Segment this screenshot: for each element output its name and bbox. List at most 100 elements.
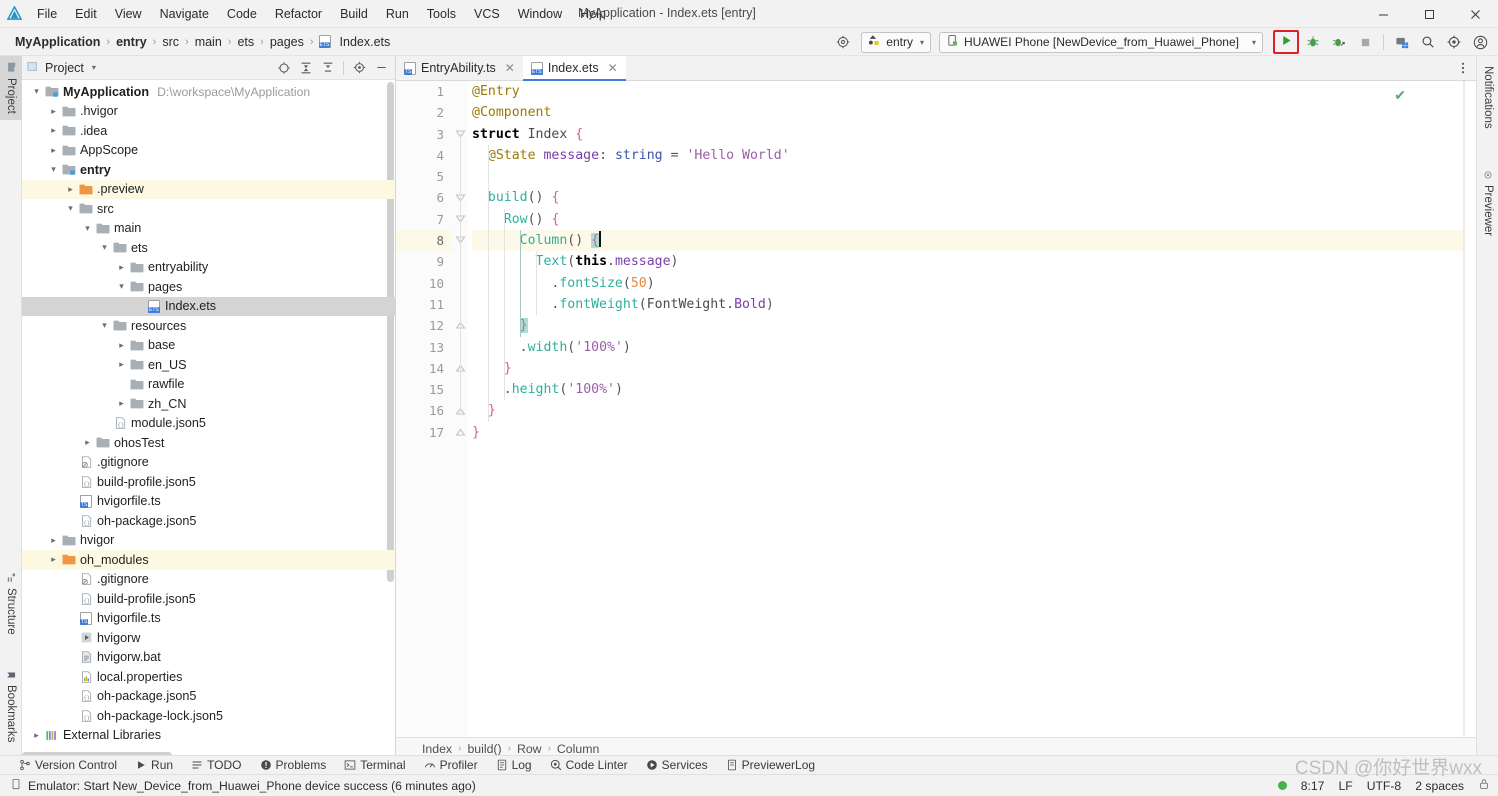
tree-item-idea[interactable]: ▸.idea (22, 121, 395, 141)
tool-window-services[interactable]: Services (637, 756, 717, 775)
code-line[interactable]: } (472, 422, 1476, 443)
tree-item-oh-package-json5[interactable]: {}oh-package.json5 (22, 511, 395, 531)
code-line[interactable]: Text(this.message) (472, 251, 1476, 272)
indent-setting[interactable]: 2 spaces (1415, 779, 1464, 793)
tree-item-src[interactable]: ▾src (22, 199, 395, 219)
tree-item-appscope[interactable]: ▸AppScope (22, 141, 395, 161)
editor-tab-index[interactable]: ETS Index.ets ✕ (523, 56, 626, 80)
chevron-right-icon[interactable]: ▸ (115, 340, 128, 351)
tree-item-base[interactable]: ▸base (22, 336, 395, 356)
cursor-position[interactable]: 8:17 (1301, 779, 1325, 793)
editor-breadcrumb-build[interactable]: build() (463, 742, 505, 756)
menu-view[interactable]: View (106, 4, 151, 24)
breadcrumb[interactable]: MyApplication › entry › src › main › ets… (0, 35, 395, 49)
tree-item-hvigor[interactable]: ▸.hvigor (22, 102, 395, 122)
tool-window-code-linter[interactable]: Code Linter (541, 756, 637, 775)
inspection-status-icon[interactable]: ✔ (1394, 87, 1406, 104)
menu-file[interactable]: File (28, 4, 66, 24)
attach-debugger-icon[interactable] (1327, 31, 1351, 53)
code-line[interactable]: } (472, 400, 1476, 421)
device-manager-icon[interactable] (1390, 31, 1414, 53)
tree-item-index-ets[interactable]: ETSIndex.ets (22, 297, 395, 317)
stop-icon[interactable] (1353, 31, 1377, 53)
menu-bar[interactable]: File Edit View Navigate Code Refactor Bu… (28, 4, 615, 24)
editor-breadcrumb-column[interactable]: Column (553, 742, 603, 756)
breadcrumb-src[interactable]: src (157, 35, 184, 49)
tool-window-previewerlog[interactable]: PreviewerLog (717, 756, 824, 775)
file-encoding[interactable]: UTF-8 (1367, 779, 1402, 793)
chevron-down-icon[interactable]: ▾ (81, 223, 94, 234)
chevron-right-icon[interactable]: ▸ (64, 184, 77, 195)
tree-item-en-us[interactable]: ▸en_US (22, 355, 395, 375)
tree-item-local-properties[interactable]: local.properties (22, 667, 395, 687)
tool-window-todo[interactable]: TODO (182, 756, 250, 775)
tree-item-pages[interactable]: ▾pages (22, 277, 395, 297)
tree-item-main[interactable]: ▾main (22, 219, 395, 239)
tree-item-hvigorfile-ts[interactable]: TShvigorfile.ts (22, 609, 395, 629)
fold-end-icon[interactable] (455, 427, 466, 438)
select-opened-file-icon[interactable] (274, 58, 294, 78)
tree-item-ohostest[interactable]: ▸ohosTest (22, 433, 395, 453)
tree-item-entry[interactable]: ▾entry (22, 160, 395, 180)
tree-item-build-profile-json5[interactable]: {}build-profile.json5 (22, 589, 395, 609)
rail-tab-notifications[interactable]: Notifications (1477, 60, 1498, 135)
breadcrumb-myapplication[interactable]: MyApplication (10, 35, 105, 49)
code-line[interactable]: struct Index { (472, 124, 1476, 145)
tree-item-rawfile[interactable]: rawfile (22, 375, 395, 395)
code-line[interactable]: @Component (472, 102, 1476, 123)
menu-vcs[interactable]: VCS (465, 4, 509, 24)
expand-all-icon[interactable] (296, 58, 316, 78)
collapse-all-icon[interactable] (318, 58, 338, 78)
code-line[interactable]: } (472, 358, 1476, 379)
code-line[interactable]: .fontWeight(FontWeight.Bold) (472, 294, 1476, 315)
code-line[interactable] (472, 166, 1476, 187)
breadcrumb-ets[interactable]: ets (232, 35, 259, 49)
chevron-down-icon[interactable]: ▾ (115, 281, 128, 292)
code-line[interactable]: .fontSize(50) (472, 273, 1476, 294)
tool-window-terminal[interactable]: Terminal (335, 756, 414, 775)
chevron-right-icon[interactable]: ▸ (47, 145, 60, 156)
close-icon[interactable]: ✕ (505, 61, 515, 75)
tree-item-preview[interactable]: ▸.preview (22, 180, 395, 200)
menu-code[interactable]: Code (218, 4, 266, 24)
gear-icon[interactable] (831, 31, 855, 53)
tool-window-run[interactable]: Run (126, 756, 182, 775)
chevron-right-icon[interactable]: ▸ (115, 359, 128, 370)
tree-item-build-profile-json5[interactable]: {}build-profile.json5 (22, 472, 395, 492)
project-tree[interactable]: ▾MyApplicationD:\workspace\MyApplication… (22, 80, 395, 759)
tree-item-myapplication[interactable]: ▾MyApplicationD:\workspace\MyApplication (22, 82, 395, 102)
menu-edit[interactable]: Edit (66, 4, 106, 24)
rail-tab-bookmarks[interactable]: Bookmarks (0, 664, 22, 749)
line-separator[interactable]: LF (1338, 779, 1352, 793)
chevron-right-icon[interactable]: ▸ (47, 535, 60, 546)
settings-icon[interactable] (349, 58, 369, 78)
code-line[interactable]: build() { (472, 187, 1476, 208)
editor-breadcrumb-index[interactable]: Index (418, 742, 456, 756)
menu-window[interactable]: Window (509, 4, 571, 24)
code-line[interactable]: Column() { (472, 230, 1476, 251)
run-icon[interactable] (1280, 34, 1293, 50)
tree-item-hvigor[interactable]: ▸hvigor (22, 531, 395, 551)
tree-item-hvigorw[interactable]: hvigorw (22, 628, 395, 648)
menu-refactor[interactable]: Refactor (266, 4, 331, 24)
menu-build[interactable]: Build (331, 4, 377, 24)
tree-item-oh-modules[interactable]: ▸oh_modules (22, 550, 395, 570)
run-configuration-selector[interactable]: entry ▾ (861, 32, 931, 53)
rail-tab-structure[interactable]: Structure (0, 567, 22, 641)
code-editor[interactable]: 1234567891011121314151617 @Entry@Compone… (396, 81, 1476, 737)
code-line[interactable]: } (472, 315, 1476, 336)
editor-tab-entryability[interactable]: TS EntryAbility.ts ✕ (396, 56, 523, 80)
tool-window-version-control[interactable]: Version Control (10, 756, 126, 775)
code-line[interactable]: @Entry (472, 81, 1476, 102)
tree-item-oh-package-lock-json5[interactable]: {}oh-package-lock.json5 (22, 706, 395, 726)
debug-icon[interactable] (1301, 31, 1325, 53)
search-icon[interactable] (1416, 31, 1440, 53)
maximize-button[interactable] (1406, 0, 1452, 28)
chevron-right-icon[interactable]: ▸ (115, 262, 128, 273)
editor-scrollbar[interactable] (1464, 81, 1476, 737)
chevron-right-icon[interactable]: ▸ (81, 437, 94, 448)
tree-item-ets[interactable]: ▾ets (22, 238, 395, 258)
chevron-right-icon[interactable]: ▸ (47, 106, 60, 117)
chevron-down-icon[interactable]: ▾ (92, 63, 96, 72)
chevron-down-icon[interactable]: ▾ (98, 242, 111, 253)
